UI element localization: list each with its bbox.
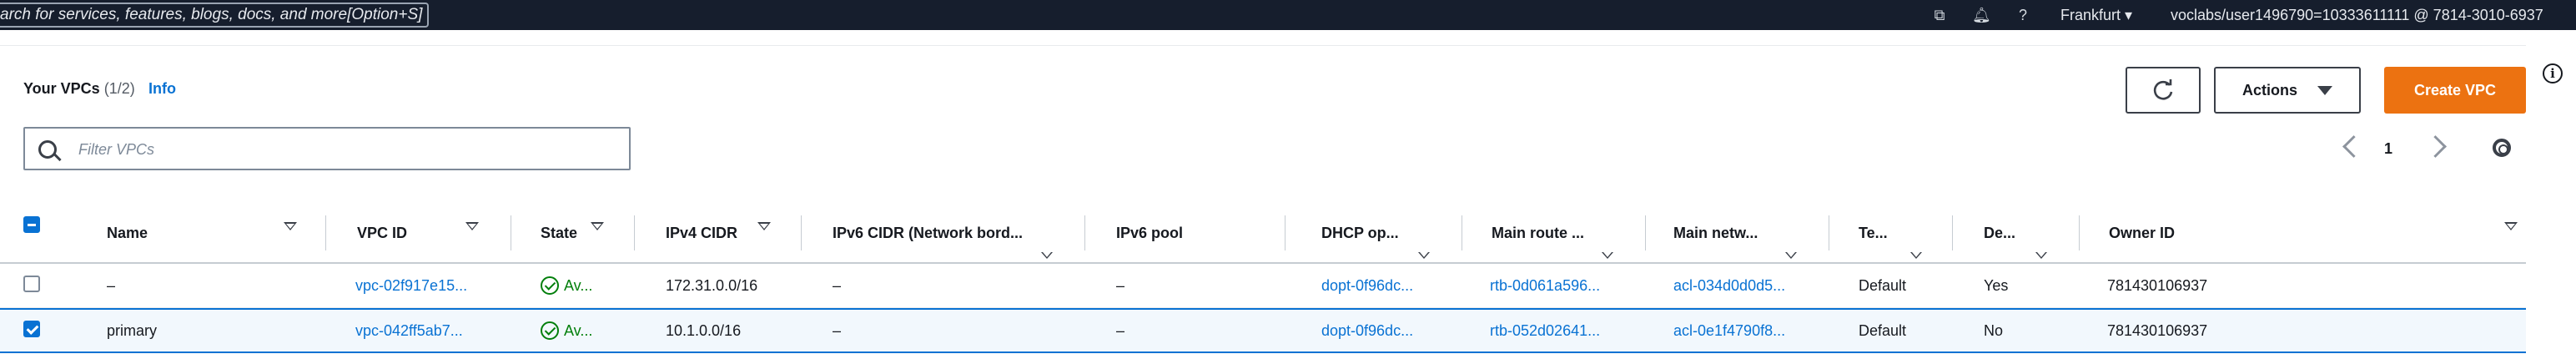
search-icon (38, 140, 57, 159)
column-header-tenancy[interactable]: Te... (1859, 204, 1888, 262)
cell-name: – (107, 276, 116, 294)
help-icon[interactable]: ? (2014, 6, 2032, 24)
page-title-text: Your VPCs (23, 80, 100, 97)
column-header-main-network-acl[interactable]: Main netw... (1673, 204, 1758, 262)
cell-state: Av... (541, 310, 592, 351)
cell-tenancy: Default (1859, 321, 1907, 339)
global-search-text: arch for services, features, blogs, docs… (0, 6, 348, 23)
cell-vpc-id-link[interactable]: vpc-042ff5ab7... (355, 310, 463, 351)
cell-state: Av... (541, 264, 592, 307)
cell-ipv6-pool: – (1116, 276, 1125, 294)
column-divider[interactable] (2079, 215, 2080, 250)
bell-icon[interactable]: 🔔︎ (1972, 6, 1991, 24)
filter-field[interactable] (23, 127, 631, 170)
cell-ipv6-cidr: – (833, 321, 842, 339)
selection-count: (1/2) (103, 80, 135, 97)
table-row[interactable]: primary vpc-042ff5ab7... Av... 10.1.0.0/… (0, 308, 2526, 353)
info-link[interactable]: Info (148, 80, 176, 98)
sort-icon[interactable] (2504, 222, 2518, 230)
sort-icon[interactable] (284, 222, 297, 230)
cell-network-acl-link[interactable]: acl-0e1f4790f8... (1673, 310, 1785, 351)
column-divider[interactable] (1952, 215, 1953, 250)
cell-ipv6-pool: – (1116, 321, 1125, 339)
vpc-table: Name VPC ID State IPv4 CIDR IPv6 CIDR (N… (0, 204, 2526, 353)
info-icon[interactable]: i (2543, 63, 2563, 83)
next-page-icon[interactable] (2424, 135, 2447, 158)
previous-page-icon[interactable] (2342, 135, 2365, 158)
column-header-ipv6-pool[interactable]: IPv6 pool (1116, 204, 1183, 262)
state-text: Av... (564, 321, 593, 339)
cell-owner-id: 781430106937 (2107, 276, 2208, 294)
gear-icon[interactable] (2493, 139, 2511, 157)
search-shortcut-hint: [Option+S] (347, 6, 423, 23)
column-header-dhcp-options[interactable]: DHCP op... (1321, 204, 1399, 262)
column-header-ipv4-cidr[interactable]: IPv4 CIDR (666, 204, 737, 262)
top-navigation-bar: arch for services, features, blogs, docs… (0, 0, 2576, 30)
column-divider[interactable] (1084, 215, 1085, 250)
sort-icon[interactable] (757, 222, 771, 230)
row-checkbox[interactable] (23, 276, 40, 292)
create-vpc-button[interactable]: Create VPC (2384, 67, 2526, 114)
check-circle-icon (541, 276, 559, 295)
cell-ipv4-cidr: 10.1.0.0/16 (666, 321, 742, 339)
sort-icon[interactable] (2035, 252, 2047, 259)
cell-ipv4-cidr: 172.31.0.0/16 (666, 276, 758, 294)
page-number[interactable]: 1 (2384, 140, 2392, 158)
account-menu[interactable]: voclabs/user1496790=10333611111 @ 7814-3… (2171, 7, 2576, 24)
sort-icon[interactable] (465, 222, 479, 230)
cell-network-acl-link[interactable]: acl-034d0d0d5... (1673, 264, 1785, 307)
column-divider[interactable] (801, 215, 802, 250)
sort-icon[interactable] (591, 222, 604, 230)
column-header-default-vpc[interactable]: De... (1984, 204, 2015, 262)
cell-route-table-link[interactable]: rtb-052d02641... (1490, 310, 1600, 351)
account-label: voclabs/user1496790=10333611111 @ 7814-3… (2171, 7, 2543, 23)
check-circle-icon (541, 321, 559, 340)
cell-default-vpc: Yes (1984, 276, 2009, 294)
region-selector[interactable]: Frankfurt ▾ (2060, 7, 2132, 24)
row-checkbox[interactable] (23, 321, 40, 337)
cell-route-table-link[interactable]: rtb-0d061a596... (1490, 264, 1600, 307)
global-search-input[interactable]: arch for services, features, blogs, docs… (0, 3, 430, 28)
caret-down-icon (2317, 85, 2332, 95)
refresh-button[interactable] (2126, 67, 2201, 114)
column-divider[interactable] (634, 215, 635, 250)
region-label: Frankfurt (2060, 7, 2121, 23)
column-header-vpc-id[interactable]: VPC ID (357, 204, 407, 262)
cell-vpc-id-link[interactable]: vpc-02f917e15... (355, 264, 467, 307)
page-title: Your VPCs (1/2) (23, 80, 135, 98)
cell-default-vpc: No (1984, 321, 2004, 339)
select-all-checkbox[interactable] (23, 216, 40, 233)
table-row[interactable]: – vpc-02f917e15... Av... 172.31.0.0/16 –… (0, 264, 2526, 308)
sort-icon[interactable] (1910, 252, 1922, 259)
sort-icon[interactable] (1602, 252, 1613, 259)
column-header-ipv6-cidr[interactable]: IPv6 CIDR (Network bord... (833, 204, 1023, 262)
filter-input[interactable] (77, 137, 614, 162)
column-header-main-route-table[interactable]: Main route ... (1492, 204, 1584, 262)
state-text: Av... (564, 276, 593, 294)
table-header: Name VPC ID State IPv4 CIDR IPv6 CIDR (N… (0, 204, 2526, 264)
sort-icon[interactable] (1041, 252, 1053, 259)
actions-label: Actions (2241, 81, 2297, 99)
column-header-name[interactable]: Name (107, 204, 148, 262)
cell-tenancy: Default (1859, 276, 1907, 294)
breadcrumb-bar (0, 32, 2526, 46)
actions-button[interactable]: Actions (2214, 67, 2361, 114)
sort-icon[interactable] (1418, 252, 1430, 259)
cell-name: primary (107, 321, 158, 339)
chevron-down-icon: ▾ (2121, 7, 2133, 23)
column-header-owner-id[interactable]: Owner ID (2109, 204, 2175, 262)
sort-icon[interactable] (1785, 252, 1797, 259)
cell-dhcp-link[interactable]: dopt-0f96dc... (1321, 310, 1413, 351)
cell-owner-id: 781430106937 (2107, 321, 2208, 339)
cloudshell-icon[interactable]: ⧉ (1930, 6, 1949, 24)
column-header-state[interactable]: State (541, 204, 577, 262)
refresh-icon (2153, 79, 2173, 100)
cell-dhcp-link[interactable]: dopt-0f96dc... (1321, 264, 1413, 307)
cell-ipv6-cidr: – (833, 276, 842, 294)
column-divider[interactable] (1645, 215, 1646, 250)
column-divider[interactable] (325, 215, 326, 250)
